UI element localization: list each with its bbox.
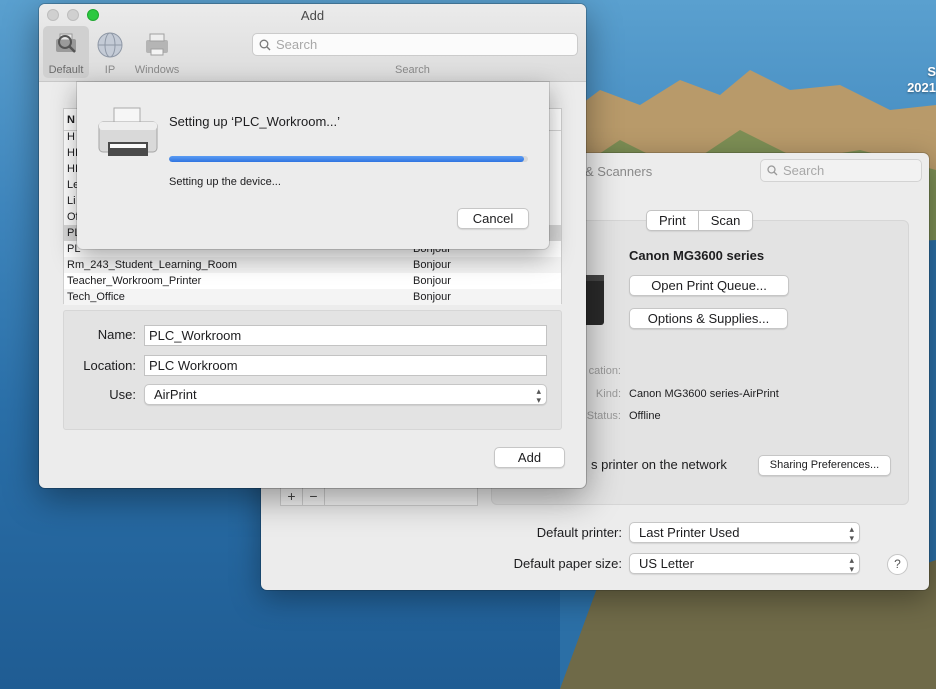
- desktop-clock-line2: 2021: [907, 80, 936, 95]
- search-caption: Search: [395, 64, 430, 76]
- chevron-updown-icon: ▴ ▾: [536, 386, 541, 405]
- search-icon: [767, 165, 778, 176]
- toolbar-windows-label: Windows: [134, 64, 180, 76]
- default-printer-popup[interactable]: Last Printer Used ▴ ▾: [629, 522, 860, 543]
- tab-scan[interactable]: Scan: [697, 211, 753, 230]
- globe-icon: [97, 32, 123, 58]
- list-item[interactable]: Teacher_Workroom_Printer Bonjour: [64, 273, 561, 289]
- toolbar-windows-button[interactable]: Windows: [133, 26, 181, 78]
- default-paper-value: US Letter: [639, 556, 694, 571]
- name-field[interactable]: PLC_Workroom: [144, 325, 547, 346]
- share-printer-label: s printer on the network: [591, 457, 727, 472]
- kind-value: Canon MG3600 series-AirPrint: [629, 388, 779, 400]
- sharing-preferences-button[interactable]: Sharing Preferences...: [758, 455, 891, 476]
- chevron-updown-icon: ▴ ▾: [849, 555, 854, 574]
- status-value: Offline: [629, 410, 661, 422]
- toolbar-default-button[interactable]: Default: [43, 26, 89, 78]
- toolbar-ip-button[interactable]: IP: [87, 26, 133, 78]
- use-label: Use:: [109, 387, 136, 402]
- add-printer-button[interactable]: +: [281, 487, 303, 505]
- printer-details-form: Name: PLC_Workroom Location: PLC Workroo…: [63, 310, 562, 430]
- setup-progress-sheet: Setting up ‘PLC_Workroom...’ Setting up …: [77, 82, 549, 249]
- open-print-queue-button[interactable]: Open Print Queue...: [629, 275, 789, 296]
- chevron-updown-icon: ▴ ▾: [849, 524, 854, 543]
- printer-icon: [98, 107, 158, 156]
- name-label: Name:: [97, 327, 136, 342]
- remove-printer-button[interactable]: −: [303, 487, 325, 505]
- search-icon: [259, 39, 271, 50]
- setup-status: Setting up the device...: [169, 176, 281, 188]
- use-driver-value: AirPrint: [154, 387, 197, 402]
- search-placeholder: Search: [783, 163, 825, 178]
- setup-title: Setting up ‘PLC_Workroom...’: [169, 114, 340, 129]
- printer-search-input[interactable]: Search: [252, 33, 578, 56]
- default-paper-popup[interactable]: US Letter ▴ ▾: [629, 553, 860, 574]
- toolbar: Add Default IP Windows Search Search: [39, 4, 586, 82]
- window-title: Add: [300, 8, 325, 23]
- list-item[interactable]: Tech_Office Bonjour: [64, 289, 561, 305]
- window-title: & Scanners: [585, 164, 653, 179]
- print-scan-segmented-control[interactable]: Print Scan: [646, 210, 754, 231]
- options-supplies-button[interactable]: Options & Supplies...: [629, 308, 788, 329]
- setup-progress-bar: [169, 156, 528, 162]
- default-printer-icon: [56, 33, 76, 53]
- location-label: Location:: [83, 358, 136, 373]
- tab-print[interactable]: Print: [647, 211, 698, 230]
- default-printer-value: Last Printer Used: [639, 525, 740, 540]
- printer-list-controls: + −: [280, 486, 478, 506]
- help-button[interactable]: ?: [887, 554, 908, 575]
- progress-fill: [169, 156, 525, 162]
- desktop-clock-line1: S: [927, 64, 936, 79]
- windows-printer-icon: [146, 33, 168, 56]
- toolbar-ip-label: IP: [104, 64, 116, 76]
- toolbar-default-label: Default: [48, 64, 84, 76]
- location-field[interactable]: PLC Workroom: [144, 355, 547, 376]
- cancel-button[interactable]: Cancel: [457, 208, 529, 229]
- use-driver-popup[interactable]: AirPrint ▴ ▾: [144, 384, 547, 405]
- printer-name: Canon MG3600 series: [629, 248, 765, 263]
- default-printer-label: Default printer:: [536, 525, 622, 540]
- default-paper-label: Default paper size:: [513, 556, 622, 571]
- search-input[interactable]: Search: [760, 159, 922, 182]
- search-placeholder: Search: [276, 37, 318, 52]
- add-button[interactable]: Add: [494, 447, 565, 468]
- list-item[interactable]: Rm_243_Student_Learning_Room Bonjour: [64, 257, 561, 273]
